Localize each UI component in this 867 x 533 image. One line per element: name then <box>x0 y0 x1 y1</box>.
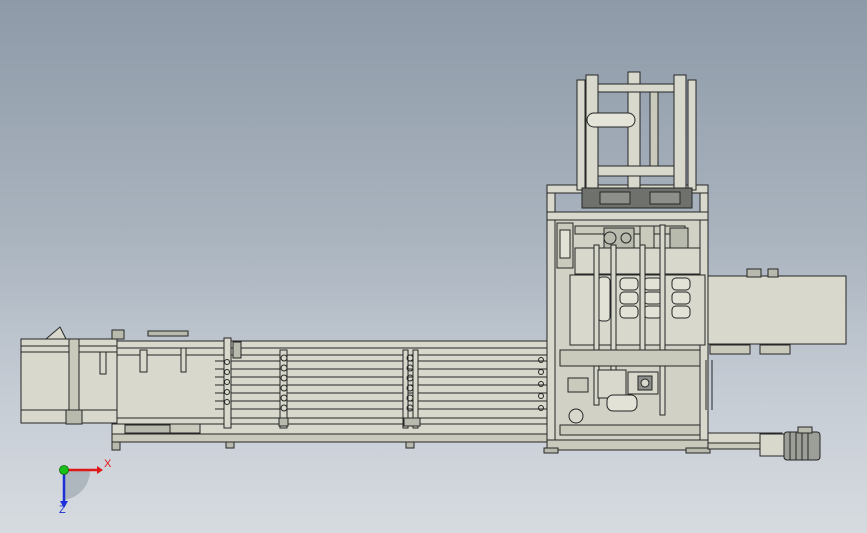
infeed-conveyor <box>20 326 126 425</box>
column-post-2 <box>278 349 289 429</box>
machine-drawing[interactable] <box>0 0 867 533</box>
drive-motor <box>707 426 821 461</box>
output-chute <box>707 268 847 355</box>
main-frame <box>111 330 553 451</box>
axis-triad <box>59 465 103 508</box>
x-axis-label: X <box>104 458 112 470</box>
cad-viewport[interactable]: X Z <box>0 0 867 533</box>
top-hopper <box>576 71 697 209</box>
z-axis-label: Z <box>59 504 66 516</box>
